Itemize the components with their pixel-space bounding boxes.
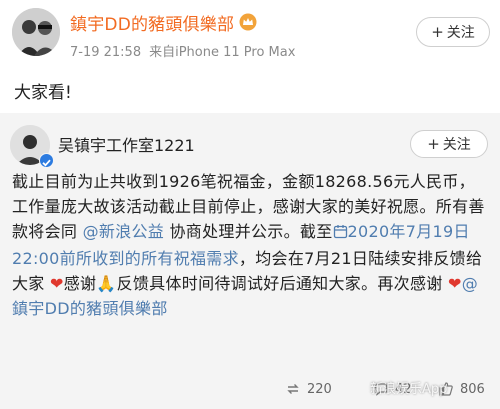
repost-author-name[interactable]: 吴镇宇工作室1221 xyxy=(58,132,195,156)
repost-body: 截止目前为止共收到1926笔祝福金，金额18268.56元人民币，工作量庞大故该… xyxy=(12,169,490,321)
crown-icon xyxy=(239,13,257,36)
plus-icon: + xyxy=(431,23,444,41)
post-time: 7-19 21:58 xyxy=(70,45,142,60)
heart-emoji-icon: ❤ xyxy=(447,274,462,293)
post-source: 来自iPhone 11 Pro Max xyxy=(149,45,296,60)
repost-action[interactable]: 220 xyxy=(285,369,332,409)
like-count: 806 xyxy=(460,381,485,397)
post-meta: 7-19 21:58 来自iPhone 11 Pro Max xyxy=(70,41,295,60)
heart-emoji-icon: ❤ xyxy=(50,274,64,293)
follow-label: 关注 xyxy=(446,25,475,41)
reposted-card[interactable]: 吴镇宇工作室1221 + 关注 截止目前为止共收到1926笔祝福金，金额18268… xyxy=(0,113,500,409)
follow-button[interactable]: + 关注 xyxy=(416,17,490,47)
repost-text-5: 反馈具体时间待调试好后通知大家。再次感谢 xyxy=(116,274,443,293)
author-avatar[interactable] xyxy=(12,8,60,56)
calendar-icon xyxy=(333,221,348,246)
repost-follow-button[interactable]: + 关注 xyxy=(410,130,488,158)
post-text: 大家看! xyxy=(14,83,72,103)
pray-emoji-icon: 🙏 xyxy=(96,274,117,293)
repost-text-2: 协商处理并公示。截至 xyxy=(169,222,333,241)
mention-link-sina[interactable]: @新浪公益 xyxy=(83,222,165,241)
repost-follow-label: 关注 xyxy=(442,137,471,153)
repost-count: 220 xyxy=(307,381,332,397)
watermark-text: 新浪娱乐App xyxy=(370,382,448,397)
post-header: 鎮宇DD的豬頭俱樂部 7-19 21:58 来自iPhone 11 Pro Max… xyxy=(0,0,500,66)
author-name[interactable]: 鎮宇DD的豬頭俱樂部 xyxy=(70,10,257,36)
repost-text-4: 感谢 xyxy=(63,274,97,293)
verified-badge-icon xyxy=(39,153,54,168)
author-name-text[interactable]: 鎮宇DD的豬頭俱樂部 xyxy=(70,15,234,35)
plus-icon: + xyxy=(427,135,440,153)
repost-icon xyxy=(287,384,299,394)
